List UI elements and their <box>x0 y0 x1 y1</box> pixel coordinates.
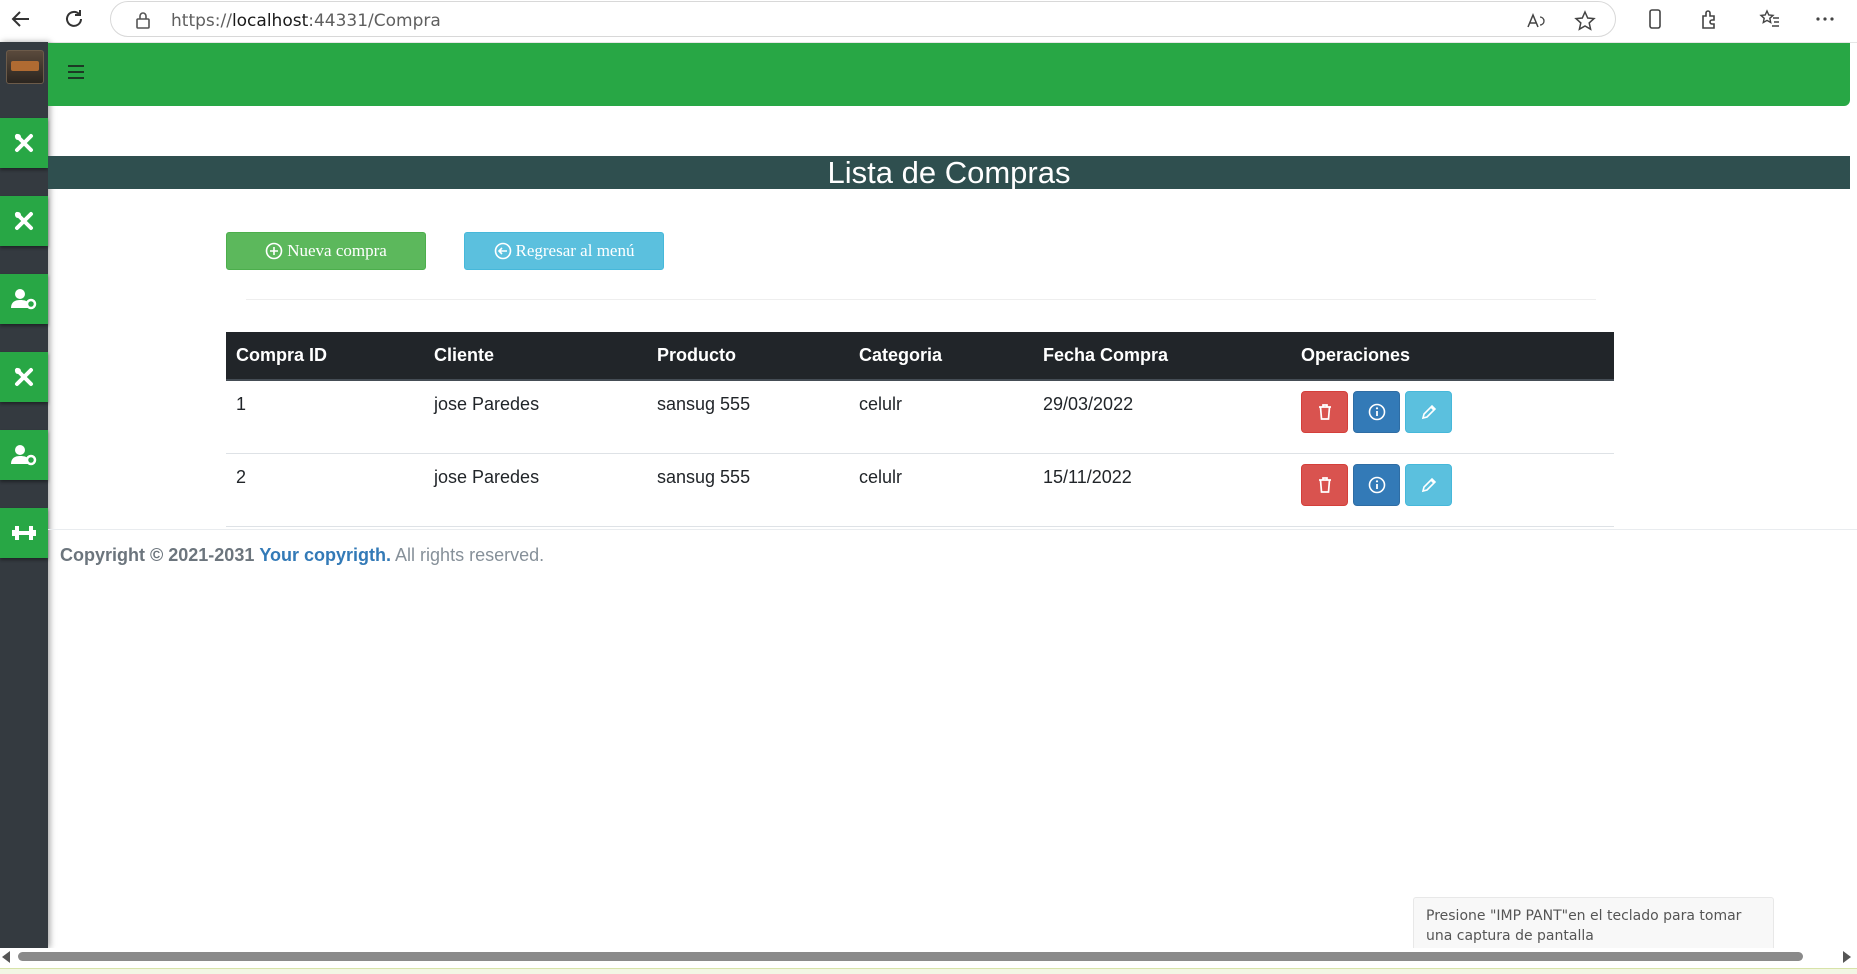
sidebar-item-users-2[interactable] <box>0 430 48 480</box>
tools-icon <box>15 134 33 152</box>
top-navbar <box>48 43 1850 106</box>
column-header: Cliente <box>424 332 647 381</box>
trash-icon <box>1318 477 1331 493</box>
scroll-right-arrow-icon[interactable] <box>1843 951 1851 963</box>
user-cog-icon <box>11 445 37 466</box>
url-text: https://localhost:44331/Compra <box>171 11 441 31</box>
cell-producto: sansug 555 <box>647 453 849 527</box>
table-header-row: Compra ID Cliente Producto Categoria Fec… <box>226 332 1614 381</box>
rights-text: All rights reserved. <box>395 545 545 565</box>
pencil-icon <box>1421 404 1436 420</box>
copyright-text: Copyright © 2021-2031 <box>60 545 255 565</box>
info-circle-icon <box>1368 476 1385 494</box>
edit-button[interactable] <box>1405 391 1452 433</box>
cell-compra-id: 2 <box>226 453 424 527</box>
bottom-strip <box>0 968 1857 974</box>
tools-icon <box>15 368 33 386</box>
sidebar-item-tools-2[interactable] <box>0 196 48 246</box>
user-cog-icon <box>11 289 37 310</box>
back-arrow-icon[interactable] <box>6 4 36 34</box>
copyright-link[interactable]: Your copyrigth. <box>259 545 391 565</box>
footer-divider <box>48 529 1857 530</box>
title-band: Lista de Compras <box>48 156 1850 189</box>
phone-icon[interactable] <box>1640 4 1670 34</box>
cell-fecha: 29/03/2022 <box>1033 380 1291 454</box>
cell-categoria: celulr <box>849 380 1033 454</box>
sidebar <box>0 42 48 948</box>
details-button[interactable] <box>1353 464 1400 506</box>
horizontal-scrollbar[interactable] <box>0 948 1857 965</box>
sidebar-item-tools-3[interactable] <box>0 352 48 402</box>
sidebar-item-users-1[interactable] <box>0 274 48 324</box>
read-aloud-icon[interactable] <box>1521 6 1551 36</box>
tools-icon <box>15 212 33 230</box>
divider <box>246 299 1596 300</box>
screenshot-hint-toast: Presione "IMP PANT"en el teclado para to… <box>1413 897 1774 951</box>
cell-categoria: celulr <box>849 453 1033 527</box>
delete-button[interactable] <box>1301 391 1348 433</box>
column-header: Operaciones <box>1291 332 1614 381</box>
address-bar[interactable]: https://localhost:44331/Compra <box>110 1 1616 37</box>
app-logo[interactable] <box>6 50 44 84</box>
table-row: 2 jose Paredes sansug 555 celulr 15/11/2… <box>226 453 1614 527</box>
cell-fecha: 15/11/2022 <box>1033 453 1291 527</box>
new-purchase-button[interactable]: Nueva compra <box>226 232 426 270</box>
cell-operations <box>1291 380 1614 454</box>
cell-producto: sansug 555 <box>647 380 849 454</box>
reload-icon[interactable] <box>59 4 89 34</box>
more-options-icon[interactable] <box>1810 4 1840 34</box>
arrow-left-circle-icon <box>494 242 511 260</box>
cell-operations <box>1291 453 1614 527</box>
cell-compra-id: 1 <box>226 380 424 454</box>
edit-button[interactable] <box>1405 464 1452 506</box>
plus-circle-icon <box>265 242 283 260</box>
trash-icon <box>1318 404 1331 420</box>
sidebar-item-tools-1[interactable] <box>0 118 48 168</box>
purchases-table: Compra ID Cliente Producto Categoria Fec… <box>226 332 1614 527</box>
details-button[interactable] <box>1353 391 1400 433</box>
cell-cliente: jose Paredes <box>424 453 647 527</box>
delete-button[interactable] <box>1301 464 1348 506</box>
table-row: 1 jose Paredes sansug 555 celulr 29/03/2… <box>226 380 1614 454</box>
cell-cliente: jose Paredes <box>424 380 647 454</box>
sidebar-item-dumbbell[interactable] <box>0 508 48 558</box>
lock-icon <box>133 10 153 30</box>
favorite-star-icon[interactable] <box>1570 6 1600 36</box>
column-header: Fecha Compra <box>1033 332 1291 381</box>
pencil-icon <box>1421 477 1436 493</box>
column-header: Categoria <box>849 332 1033 381</box>
hamburger-menu-icon[interactable] <box>68 65 84 83</box>
browser-toolbar: https://localhost:44331/Compra <box>0 0 1857 43</box>
page-title: Lista de Compras <box>827 155 1071 190</box>
footer: Copyright © 2021-2031 Your copyrigth. Al… <box>60 545 544 566</box>
scroll-left-arrow-icon[interactable] <box>2 951 10 963</box>
dumbbell-icon <box>12 526 36 540</box>
favorites-list-icon[interactable] <box>1755 4 1785 34</box>
extensions-icon[interactable] <box>1694 4 1724 34</box>
info-circle-icon <box>1368 403 1385 421</box>
back-to-menu-button[interactable]: Regresar al menú <box>464 232 664 270</box>
column-header: Compra ID <box>226 332 424 381</box>
column-header: Producto <box>647 332 849 381</box>
scrollbar-thumb[interactable] <box>18 952 1803 961</box>
